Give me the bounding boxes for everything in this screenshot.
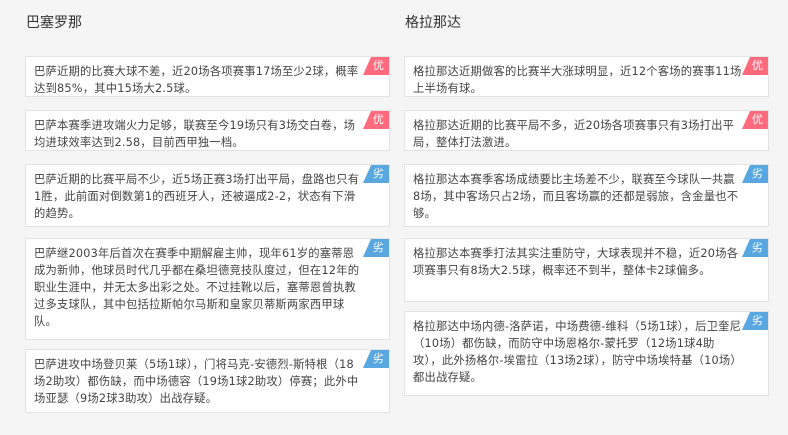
card-text: 巴萨本赛季进攻端火力足够，联赛至今19场只有3场交白卷，场均进球效率达到2.58… [34, 119, 356, 149]
card-text: 巴萨近期的比赛大球不差，近20场各项赛事17场至少2球，概率达到85%，其中15… [34, 65, 359, 95]
card-text: 格拉那达近期的比赛平局不多，近20场各项赛事只有3场打出平局，整体打法激进。 [413, 119, 735, 149]
card-text: 格拉那达本赛季客场成绩要比主场差不少，联赛至今球队一共赢8场，其中客场只占2场，… [413, 173, 739, 220]
card-text: 巴萨近期的比赛平局不少，近5场正赛3场打出平局，盘路也只有1胜，此前面对倒数第1… [34, 173, 360, 220]
analysis-card: 格拉那达本赛季客场成绩要比主场差不少，联赛至今球队一共赢8场，其中客场只占2场，… [404, 164, 769, 227]
advantage-badge: 优 [742, 111, 768, 129]
card-text: 巴萨进攻中场登贝莱（5场1球），门将马克-安德烈-斯特根（18场2助攻）都伤缺，… [34, 358, 359, 405]
advantage-badge: 优 [363, 111, 389, 129]
analysis-card: 巴萨近期的比赛大球不差，近20场各项赛事17场至少2球，概率达到85%，其中15… [25, 56, 390, 97]
team-title: 巴塞罗那 [26, 15, 82, 31]
disadvantage-badge: 劣 [363, 350, 389, 368]
advantage-badge: 优 [742, 57, 768, 75]
disadvantage-badge: 劣 [363, 165, 389, 183]
analysis-card: 格拉那达本赛季打法其实注重防守，大球表现并不稳，近20场各项赛事只有8场大2.5… [404, 238, 769, 302]
analysis-card: 巴萨近期的比赛平局不少，近5场正赛3场打出平局，盘路也只有1胜，此前面对倒数第1… [25, 164, 390, 227]
card-text: 格拉那达中场内德-洛萨诺，中场费德-维科（5场1球），后卫奎尼（10场）都伤缺，… [413, 320, 742, 384]
analysis-card: 格拉那达近期的比赛平局不多，近20场各项赛事只有3场打出平局，整体打法激进。 优 [404, 110, 769, 151]
analysis-card: 巴萨本赛季进攻端火力足够，联赛至今19场只有3场交白卷，场均进球效率达到2.58… [25, 110, 390, 151]
analysis-card: 巴萨继2003年后首次在赛季中期解雇主帅，现年61岁的塞蒂恩成为新帅，他球员时代… [25, 238, 390, 340]
advantage-badge: 优 [363, 57, 389, 75]
disadvantage-badge: 劣 [742, 165, 768, 183]
disadvantage-badge: 劣 [742, 312, 768, 330]
analysis-card: 巴萨进攻中场登贝莱（5场1球），门将马克-安德烈-斯特根（18场2助攻）都伤缺，… [25, 349, 390, 413]
disadvantage-badge: 劣 [363, 239, 389, 257]
card-text: 巴萨继2003年后首次在赛季中期解雇主帅，现年61岁的塞蒂恩成为新帅，他球员时代… [34, 247, 360, 328]
analysis-card: 格拉那达中场内德-洛萨诺，中场费德-维科（5场1球），后卫奎尼（10场）都伤缺，… [404, 311, 769, 396]
card-text: 格拉那达近期做客的比赛半大涨球明显，近12个客场的赛事11场上半场有球。 [413, 65, 742, 95]
team-title: 格拉那达 [405, 15, 461, 31]
analysis-card: 格拉那达近期做客的比赛半大涨球明显，近12个客场的赛事11场上半场有球。 优 [404, 56, 769, 97]
card-text: 格拉那达本赛季打法其实注重防守，大球表现并不稳，近20场各项赛事只有8场大2.5… [413, 247, 739, 277]
disadvantage-badge: 劣 [742, 239, 768, 257]
